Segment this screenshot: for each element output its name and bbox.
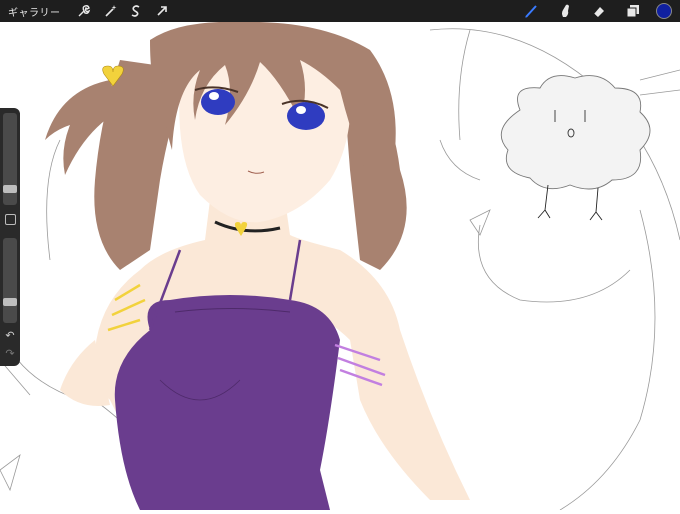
- selection-s-icon[interactable]: [125, 0, 147, 22]
- magic-wand-icon[interactable]: [99, 0, 121, 22]
- gallery-button[interactable]: ギャラリー: [8, 4, 61, 19]
- modify-button[interactable]: [5, 214, 16, 225]
- redo-icon[interactable]: ↷: [3, 346, 17, 360]
- eraser-icon[interactable]: [588, 0, 610, 22]
- right-tool-group: [520, 0, 680, 22]
- top-toolbar: ギャラリー: [0, 0, 680, 22]
- brush-size-slider[interactable]: [3, 113, 17, 205]
- wrench-icon[interactable]: [73, 0, 95, 22]
- drawing-canvas[interactable]: [0, 21, 680, 511]
- opacity-slider[interactable]: [3, 238, 17, 323]
- color-picker-swatch[interactable]: [656, 3, 672, 19]
- brush-icon[interactable]: [520, 0, 542, 22]
- anime-girl-illustration: [0, 21, 680, 511]
- cloud-creature-sketch: [500, 75, 651, 221]
- undo-icon[interactable]: ↶: [3, 328, 17, 342]
- layers-icon[interactable]: [622, 0, 644, 22]
- opacity-thumb[interactable]: [3, 298, 17, 306]
- left-sidebar: ↶ ↷: [0, 108, 20, 366]
- transform-arrow-icon[interactable]: [151, 0, 173, 22]
- brush-size-thumb[interactable]: [3, 185, 17, 193]
- smudge-icon[interactable]: [554, 0, 576, 22]
